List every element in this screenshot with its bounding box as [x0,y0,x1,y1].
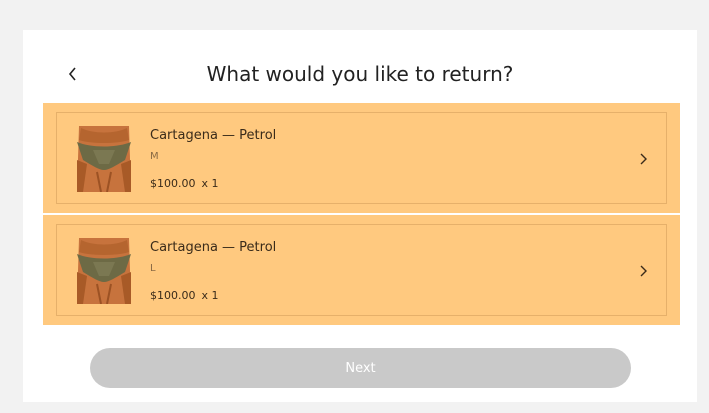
product-thumbnail [73,126,135,192]
product-size: L [150,263,156,274]
product-price-row: $100.00 x 1 [150,177,219,190]
product-name: Cartagena — Petrol [150,240,277,255]
back-button[interactable] [59,60,87,88]
product-price-row: $100.00 x 1 [150,289,219,302]
chevron-right-icon [640,153,647,165]
page-title: What would you like to return? [206,62,514,86]
chevron-left-icon [68,67,76,81]
product-price: $100.00 [150,177,196,190]
product-name: Cartagena — Petrol [150,128,277,143]
chevron-right-icon [640,265,647,277]
product-quantity: x 1 [201,289,219,302]
dialog-header: What would you like to return? [23,56,697,92]
return-items-list: Cartagena — Petrol M $100.00 x 1 Cartage… [43,103,680,325]
list-item-return-product[interactable]: Cartagena — Petrol M $100.00 x 1 [43,103,680,213]
product-thumbnail [73,238,135,304]
list-item-frame: Cartagena — Petrol M $100.00 x 1 [56,112,667,204]
list-item-frame: Cartagena — Petrol L $100.00 x 1 [56,224,667,316]
product-price: $100.00 [150,289,196,302]
list-item-return-product[interactable]: Cartagena — Petrol L $100.00 x 1 [43,215,680,325]
product-size: M [150,151,159,162]
product-quantity: x 1 [201,177,219,190]
next-button[interactable]: Next [90,348,631,388]
return-dialog: What would you like to return? Cartagena… [23,30,697,402]
